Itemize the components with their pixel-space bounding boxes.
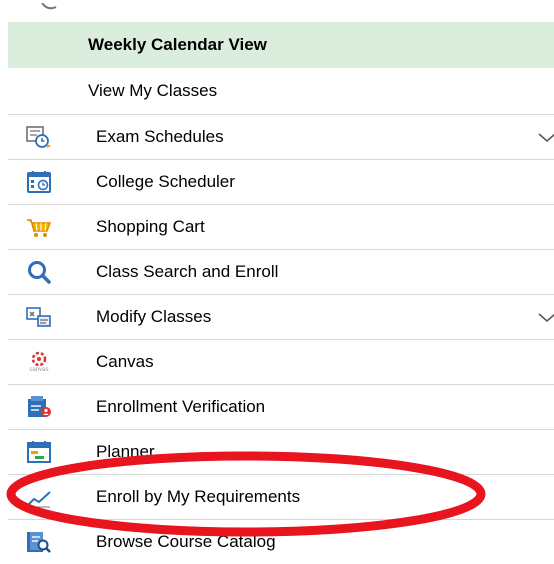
sub-item-view-my-classes[interactable]: View My Classes — [8, 68, 554, 114]
menu-item-modify-classes[interactable]: Modify Classes — [8, 295, 554, 339]
left-navigation-menu: Weekly Calendar View View My Classes Exa… — [0, 0, 554, 560]
menu-item-exam-schedules[interactable]: Exam Schedules — [8, 115, 554, 159]
canvas-logo-text: canvas — [29, 367, 49, 373]
menu-item-class-search-and-enroll[interactable]: Class Search and Enroll — [8, 250, 554, 294]
menu-item-label: Planner — [96, 442, 155, 461]
menu-item-label: College Scheduler — [96, 172, 235, 191]
menu-item-label: Enrollment Verification — [96, 397, 266, 416]
menu-item-enrollment-verification[interactable]: Enrollment Verification — [8, 385, 554, 429]
sub-item-label: View My Classes — [88, 81, 218, 100]
trend-line-icon — [26, 485, 52, 509]
modify-classes-icon — [26, 305, 52, 329]
menu-item-label: Exam Schedules — [96, 127, 224, 146]
enrollment-verification-icon — [26, 395, 52, 419]
sub-item-label: Weekly Calendar View — [88, 35, 267, 54]
menu-item-canvas[interactable]: canvas Canvas — [8, 340, 554, 384]
canvas-logo-icon: canvas — [26, 350, 52, 374]
shopping-cart-icon — [26, 215, 52, 239]
sub-item-weekly-calendar-view[interactable]: Weekly Calendar View — [8, 22, 554, 68]
exam-clock-icon — [26, 125, 52, 149]
previous-item-icon-fragment — [8, 0, 68, 10]
menu-item-label: Shopping Cart — [96, 217, 205, 236]
menu-item-shopping-cart[interactable]: Shopping Cart — [8, 205, 554, 249]
planner-icon — [26, 440, 52, 464]
menu-item-browse-course-catalog[interactable]: Browse Course Catalog — [8, 520, 554, 564]
menu-item-label: Browse Course Catalog — [96, 532, 276, 551]
menu-item-enroll-by-my-requirements[interactable]: Enroll by My Requirements — [8, 475, 554, 519]
menu-item-label: Class Search and Enroll — [96, 262, 279, 281]
chevron-down-icon[interactable] — [538, 311, 554, 323]
menu-item-planner[interactable]: Planner — [8, 430, 554, 474]
search-icon — [26, 260, 52, 284]
menu-item-label: Modify Classes — [96, 307, 212, 326]
menu-item-label: Enroll by My Requirements — [96, 487, 301, 506]
chevron-down-icon[interactable] — [538, 131, 554, 143]
catalog-search-icon — [26, 530, 52, 554]
menu-item-label: Canvas — [96, 352, 154, 371]
menu-item-college-scheduler[interactable]: College Scheduler — [8, 160, 554, 204]
calendar-clock-icon — [26, 170, 52, 194]
